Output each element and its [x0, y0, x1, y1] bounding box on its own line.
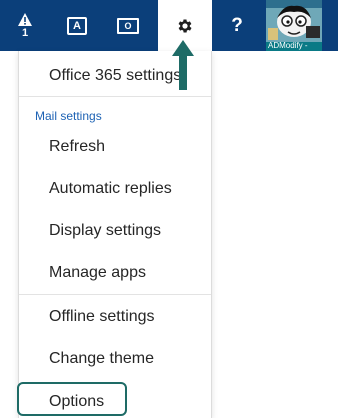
word-app-button[interactable]: A	[56, 0, 98, 51]
avatar[interactable]: ADModify -	[266, 0, 322, 51]
outlook-app-icon: O	[117, 17, 139, 34]
help-button[interactable]: ?	[212, 0, 262, 51]
annotation-arrow	[172, 40, 194, 90]
avatar-image	[266, 0, 322, 42]
alerts-count: 1	[21, 26, 29, 39]
menu-item-manage-apps[interactable]: Manage apps	[49, 263, 146, 283]
mail-settings-header: Mail settings	[35, 109, 102, 123]
menu-item-offline-settings[interactable]: Offline settings	[49, 307, 155, 327]
gear-icon	[178, 18, 192, 33]
menu-item-office-365-settings[interactable]: Office 365 settings	[49, 66, 181, 86]
word-app-icon: A	[67, 16, 87, 35]
word-app-letter: A	[73, 19, 81, 32]
top-navigation-bar: 1 A O ? ADModify -	[0, 0, 338, 51]
help-icon: ?	[231, 14, 243, 36]
options-highlight-box	[17, 382, 127, 416]
alerts-button[interactable]: 1	[0, 0, 50, 51]
menu-divider	[19, 294, 211, 295]
warning-icon	[18, 12, 32, 26]
outlook-app-button[interactable]: O	[104, 0, 152, 51]
menu-item-change-theme[interactable]: Change theme	[49, 349, 154, 369]
avatar-caption: ADModify -	[268, 41, 308, 50]
settings-dropdown-menu: Office 365 settings Mail settings Refres…	[18, 51, 212, 418]
outlook-app-letter: O	[124, 20, 132, 31]
menu-item-display-settings[interactable]: Display settings	[49, 221, 161, 241]
menu-item-refresh[interactable]: Refresh	[49, 137, 105, 157]
menu-divider	[19, 96, 211, 97]
menu-item-automatic-replies[interactable]: Automatic replies	[49, 179, 172, 199]
